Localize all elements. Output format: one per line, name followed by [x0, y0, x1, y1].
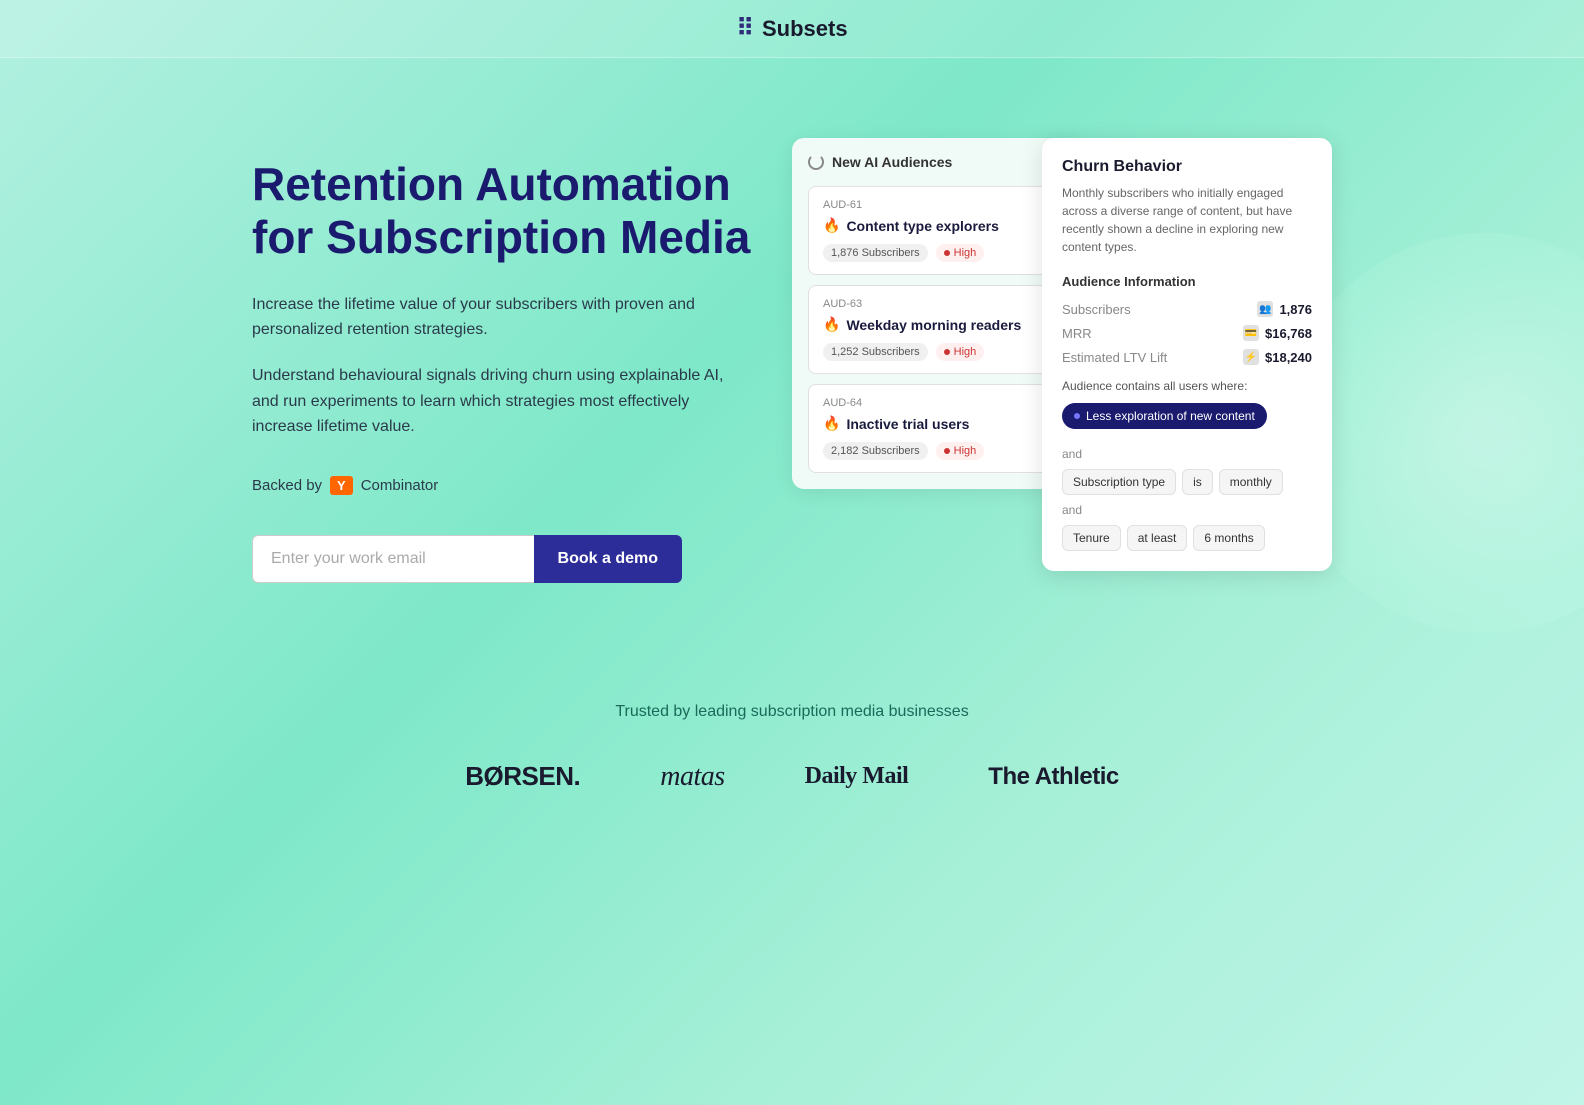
card-name-3: Inactive trial users [846, 416, 969, 432]
ai-panel-header: New AI Audiences [808, 154, 1066, 170]
card-name-2: Weekday morning readers [846, 317, 1021, 333]
risk-badge-2: High [936, 343, 985, 361]
brand-athletic: The Athletic [988, 763, 1118, 791]
yc-badge: Y [330, 476, 353, 495]
info-label-ltv: Estimated LTV Lift [1062, 350, 1167, 365]
condition-tag-is: is [1182, 469, 1213, 495]
brand-logos: BØRSEN. matas Daily Mail The Athletic [40, 761, 1544, 793]
risk-badge-1: High [936, 244, 985, 262]
condition-tag-tenure: Tenure [1062, 525, 1121, 551]
logo: ⠿ Subsets [736, 14, 847, 43]
mrr-icon: 💳 [1243, 325, 1259, 341]
flame-icon-1: 🔥 [823, 217, 840, 234]
ai-panel-title: New AI Audiences [832, 154, 952, 170]
churn-panel: Churn Behavior Monthly subscribers who i… [1042, 138, 1332, 571]
trusted-section: Trusted by leading subscription media bu… [0, 643, 1584, 833]
brand-borsen: BØRSEN. [465, 761, 580, 792]
condition-chip: Less exploration of new content [1062, 403, 1267, 429]
audience-card-1[interactable]: AUD-61 🔥 Content type explorers 1,876 Su… [808, 186, 1066, 275]
backed-by: Backed by Y Combinator [252, 476, 752, 495]
logo-text: Subsets [762, 16, 848, 42]
risk-dot-2 [944, 349, 950, 355]
hero-title: Retention Automation for Subscription Me… [252, 158, 752, 264]
logo-icon: ⠿ [736, 14, 754, 43]
email-form: Book a demo [252, 535, 682, 583]
churn-title: Churn Behavior [1062, 158, 1312, 176]
ai-audiences-panel: New AI Audiences AUD-61 🔥 Content type e… [792, 138, 1082, 489]
info-value-mrr: 💳 $16,768 [1243, 325, 1312, 341]
info-row-subscribers: Subscribers 👥 1,876 [1062, 301, 1312, 317]
backed-by-label: Backed by [252, 477, 322, 494]
info-label-subscribers: Subscribers [1062, 302, 1131, 317]
condition-row-1: Subscription type is monthly [1062, 469, 1312, 495]
email-input[interactable] [252, 535, 534, 583]
demo-button[interactable]: Book a demo [534, 535, 682, 583]
ltv-icon: ⚡ [1243, 349, 1259, 365]
flame-icon-3: 🔥 [823, 415, 840, 432]
condition-tag-monthly: monthly [1219, 469, 1283, 495]
chip-dot [1074, 413, 1080, 419]
hero-left: Retention Automation for Subscription Me… [252, 138, 752, 583]
audience-contains-label: Audience contains all users where: [1062, 379, 1312, 393]
condition-tag-sub-type: Subscription type [1062, 469, 1176, 495]
and-label-2: and [1062, 503, 1312, 517]
card-badges-2: 1,252 Subscribers High [823, 343, 1051, 361]
brand-matas: matas [660, 761, 724, 793]
card-name-1: Content type explorers [846, 218, 998, 234]
subscribers-badge-1: 1,876 Subscribers [823, 244, 928, 262]
info-row-mrr: MRR 💳 $16,768 [1062, 325, 1312, 341]
card-name-row-3: 🔥 Inactive trial users [823, 415, 1051, 432]
and-label-1: and [1062, 447, 1312, 461]
churn-desc: Monthly subscribers who initially engage… [1062, 184, 1312, 256]
audience-card-3[interactable]: AUD-64 🔥 Inactive trial users 2,182 Subs… [808, 384, 1066, 473]
hero-desc1: Increase the lifetime value of your subs… [252, 292, 752, 343]
subscribers-badge-3: 2,182 Subscribers [823, 442, 928, 460]
hero-desc2: Understand behavioural signals driving c… [252, 363, 752, 440]
brand-daily-mail: Daily Mail [805, 763, 909, 790]
subscribers-badge-2: 1,252 Subscribers [823, 343, 928, 361]
condition-tag-at-least: at least [1127, 525, 1188, 551]
header: ⠿ Subsets [0, 0, 1584, 58]
hero-right: New AI Audiences AUD-61 🔥 Content type e… [792, 138, 1332, 538]
card-name-row-1: 🔥 Content type explorers [823, 217, 1051, 234]
info-row-ltv: Estimated LTV Lift ⚡ $18,240 [1062, 349, 1312, 365]
card-badges-3: 2,182 Subscribers High [823, 442, 1051, 460]
card-id-3: AUD-64 [823, 397, 1051, 409]
combinator-label: Combinator [361, 477, 439, 494]
flame-icon-2: 🔥 [823, 316, 840, 333]
info-value-subscribers: 👥 1,876 [1257, 301, 1312, 317]
risk-dot-3 [944, 448, 950, 454]
info-value-ltv: ⚡ $18,240 [1243, 349, 1312, 365]
audience-card-2[interactable]: AUD-63 🔥 Weekday morning readers 1,252 S… [808, 285, 1066, 374]
card-id-1: AUD-61 [823, 199, 1051, 211]
audience-info-title: Audience Information [1062, 274, 1312, 289]
risk-badge-3: High [936, 442, 985, 460]
condition-row-2: Tenure at least 6 months [1062, 525, 1312, 551]
condition-tag-months: 6 months [1193, 525, 1264, 551]
trusted-label: Trusted by leading subscription media bu… [40, 703, 1544, 721]
risk-dot-1 [944, 250, 950, 256]
hero-section: Retention Automation for Subscription Me… [192, 58, 1392, 643]
card-badges-1: 1,876 Subscribers High [823, 244, 1051, 262]
card-id-2: AUD-63 [823, 298, 1051, 310]
info-label-mrr: MRR [1062, 326, 1092, 341]
spinner-icon [808, 154, 824, 170]
card-name-row-2: 🔥 Weekday morning readers [823, 316, 1051, 333]
subscribers-icon: 👥 [1257, 301, 1273, 317]
